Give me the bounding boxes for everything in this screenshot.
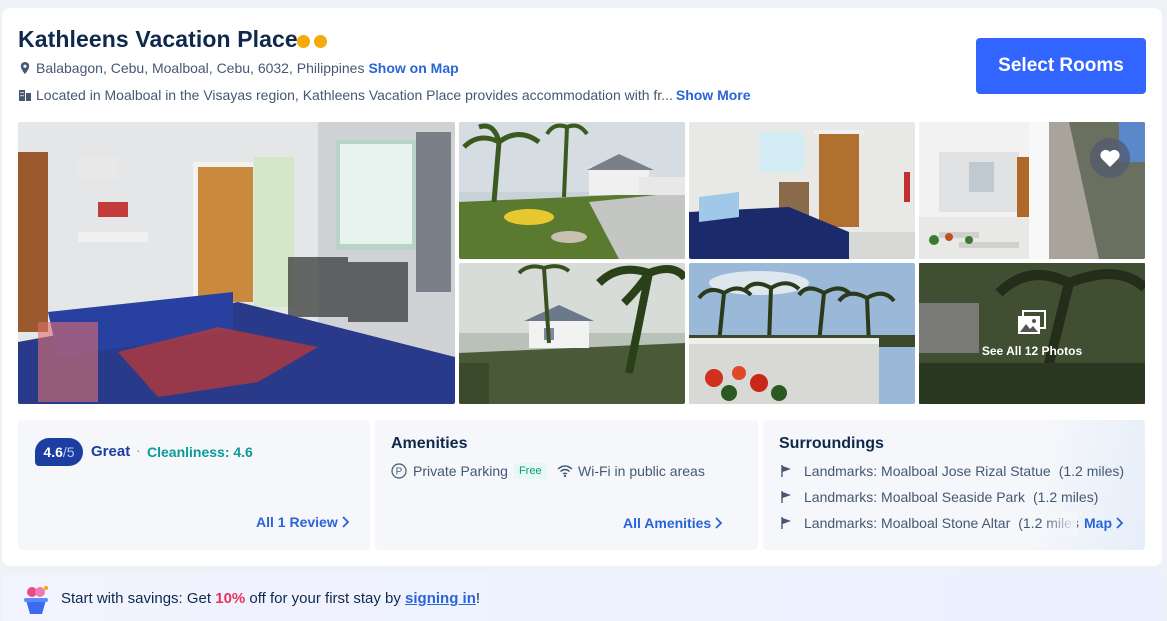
flag-icon — [781, 517, 791, 529]
hotel-name: Kathleens Vacation Place — [18, 26, 298, 52]
svg-text:P: P — [396, 467, 403, 478]
landmark-item: Landmarks: Moalboal Seaside Park (1.2 mi… — [780, 489, 1098, 505]
all-reviews-label: All 1 Review — [256, 514, 338, 530]
all-amenities-label: All Amenities — [623, 515, 712, 531]
all-reviews-link[interactable]: All 1 Review — [256, 514, 352, 530]
promo-prefix: Start with savings: Get — [61, 590, 216, 607]
gift-hat-icon — [24, 586, 48, 614]
rating-out-of: /5 — [62, 444, 75, 460]
surroundings-title: Surroundings — [779, 435, 884, 452]
wifi-icon — [557, 465, 573, 478]
free-badge: Free — [513, 463, 547, 479]
show-more-link[interactable]: Show More — [676, 87, 751, 103]
landmark-label: Landmarks: Moalboal Jose Rizal Statue — [804, 463, 1051, 479]
parking-icon: P — [391, 463, 407, 479]
hotel-address: Balabagon, Cebu, Moalboal, Cebu, 6032, P… — [36, 60, 365, 76]
photo-room-interior[interactable] — [689, 122, 915, 259]
select-rooms-button[interactable]: Select Rooms — [976, 38, 1146, 94]
rating-separator: · — [136, 442, 141, 458]
all-amenities-link[interactable]: All Amenities — [623, 515, 725, 531]
landmark-distance: (1.2 miles) — [1058, 463, 1125, 479]
photo-palm-trees[interactable] — [689, 263, 915, 404]
map-link-label: Map — [1084, 515, 1112, 531]
main-photo-bedroom[interactable] — [18, 122, 455, 404]
building-icon — [19, 90, 31, 101]
map-link[interactable]: Map — [1084, 515, 1126, 531]
flag-icon — [781, 465, 791, 477]
promo-suffix: ! — [475, 590, 481, 607]
see-all-photos-label: See All 12 Photos — [981, 343, 1083, 358]
chevron-right-icon — [1116, 517, 1124, 529]
chevron-right-icon — [715, 517, 723, 529]
heart-icon — [1100, 149, 1120, 167]
promo-percent: 10% — [215, 590, 246, 607]
location-pin-icon — [20, 62, 30, 74]
sign-in-link[interactable]: signing in — [405, 590, 476, 607]
photo-garden[interactable] — [459, 122, 685, 259]
show-on-map-link[interactable]: Show on Map — [368, 60, 458, 76]
hotel-description: Located in Moalboal in the Visayas regio… — [36, 87, 673, 103]
amenities-title: Amenities — [391, 435, 468, 452]
rating-score-badge: 4.6/5 — [35, 438, 83, 466]
landmark-item: Landmarks: Moalboal Jose Rizal Statue (1… — [780, 463, 1124, 479]
promo-text: Start with savings: Get 10% off for your… — [61, 590, 480, 607]
hotel-address-row: Balabagon, Cebu, Moalboal, Cebu, 6032, P… — [18, 60, 459, 76]
favorite-button[interactable] — [1090, 138, 1130, 178]
amenity-private-parking: P Private Parking Free — [391, 463, 547, 479]
promo-middle: off for your first stay by — [245, 590, 406, 607]
landmark-label: Landmarks: Moalboal Stone Altar — [804, 515, 1011, 531]
gallery-icon — [1018, 309, 1046, 334]
cleanliness-score: Cleanliness: 4.6 — [147, 444, 253, 460]
star-dot-icon — [314, 35, 327, 48]
landmark-label: Landmarks: Moalboal Seaside Park — [804, 489, 1026, 505]
rating-label: Great — [91, 443, 131, 460]
landmark-item: Landmarks: Moalboal Stone Altar (1.2 mil… — [780, 515, 1079, 531]
photo-house-exterior[interactable] — [459, 263, 685, 404]
landmark-distance: (1.2 miles) — [1033, 489, 1099, 505]
star-dot-icon — [297, 35, 310, 48]
map-link-fade — [1043, 511, 1077, 535]
chevron-right-icon — [342, 516, 349, 528]
star-rating — [297, 35, 327, 48]
rating-score: 4.6 — [43, 444, 63, 460]
see-all-photos-button[interactable]: See All 12 Photos — [919, 263, 1145, 404]
amenity-label: Private Parking — [413, 463, 508, 479]
flag-icon — [781, 491, 791, 503]
amenity-wifi: Wi-Fi in public areas — [557, 463, 705, 479]
amenity-label: Wi-Fi in public areas — [578, 463, 705, 479]
hotel-description-row: Located in Moalboal in the Visayas regio… — [18, 87, 751, 103]
